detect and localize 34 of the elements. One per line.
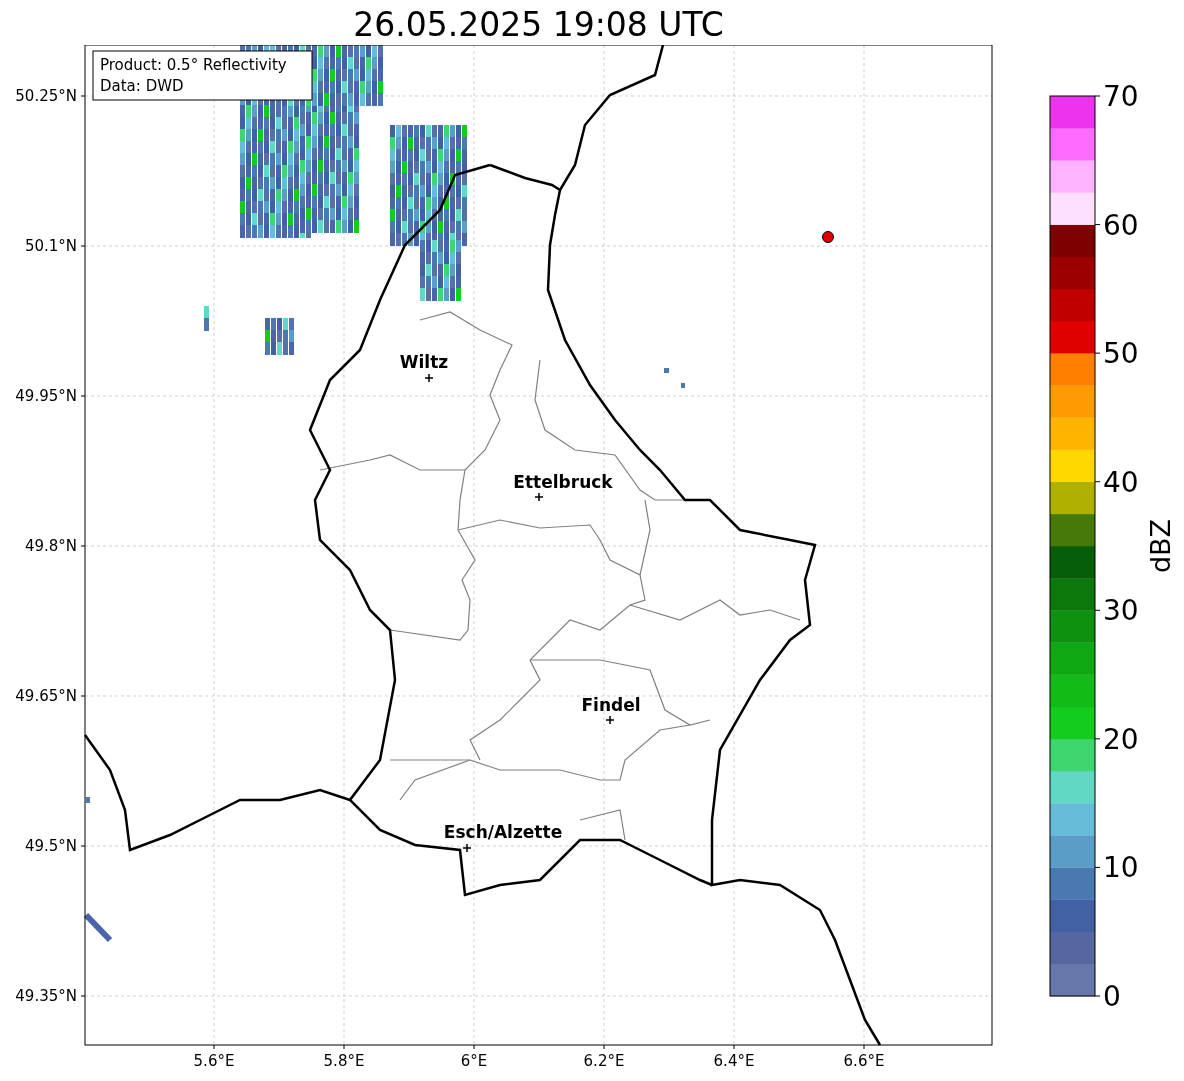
axis-tick-label: 50.25°N [15,87,77,105]
axis-tick-label: 6.2°E [583,1052,625,1070]
axis-tick-label: 6°E [460,1052,488,1070]
colorbar-tick-label: 30 [1103,594,1139,628]
chart-title: 26.05.2025 19:08 UTC [352,4,725,45]
axis-tick-label: 49.35°N [15,987,77,1005]
axis-tick-label: 6.6°E [843,1052,885,1070]
marker-dot [822,231,834,243]
colorbar-tick-label: 50 [1103,337,1139,371]
colorbar-tick-label: 40 [1103,465,1139,499]
city-label: Wiltz [399,352,449,372]
axis-tick-label: 5.8°E [323,1052,365,1070]
city-marker-icon [605,715,615,725]
axis-tick-label: 49.5°N [24,837,77,855]
city-label: Ettelbruck [513,472,613,492]
info-text: Product: 0.5° Reflectivity [100,56,287,74]
axis-tick-label: 49.95°N [15,387,77,405]
city-marker-icon [462,843,472,853]
axis-tick-label: 49.8°N [24,537,77,555]
axis-tick-label: 49.65°N [15,687,77,705]
colorbar-tick-label: 10 [1103,851,1139,885]
city-label: Findel [581,695,641,715]
colorbar-tick-label: 0 [1103,980,1121,1013]
city-marker-icon [534,492,544,502]
axis-tick-label: 6.4°E [713,1052,755,1070]
axis-tick-label: 5.6°E [193,1052,235,1070]
colorbar-label: dBZ [1145,518,1176,574]
colorbar-tick-label: 70 [1103,80,1139,113]
city-marker-icon [424,373,434,383]
colorbar-tick-label: 60 [1103,208,1139,242]
axis-tick-label: 50.1°N [24,237,77,255]
colorbar-tick-label: 20 [1103,722,1139,756]
city-label: Esch/Alzette [443,822,563,842]
info-text: Data: DWD [100,77,184,95]
